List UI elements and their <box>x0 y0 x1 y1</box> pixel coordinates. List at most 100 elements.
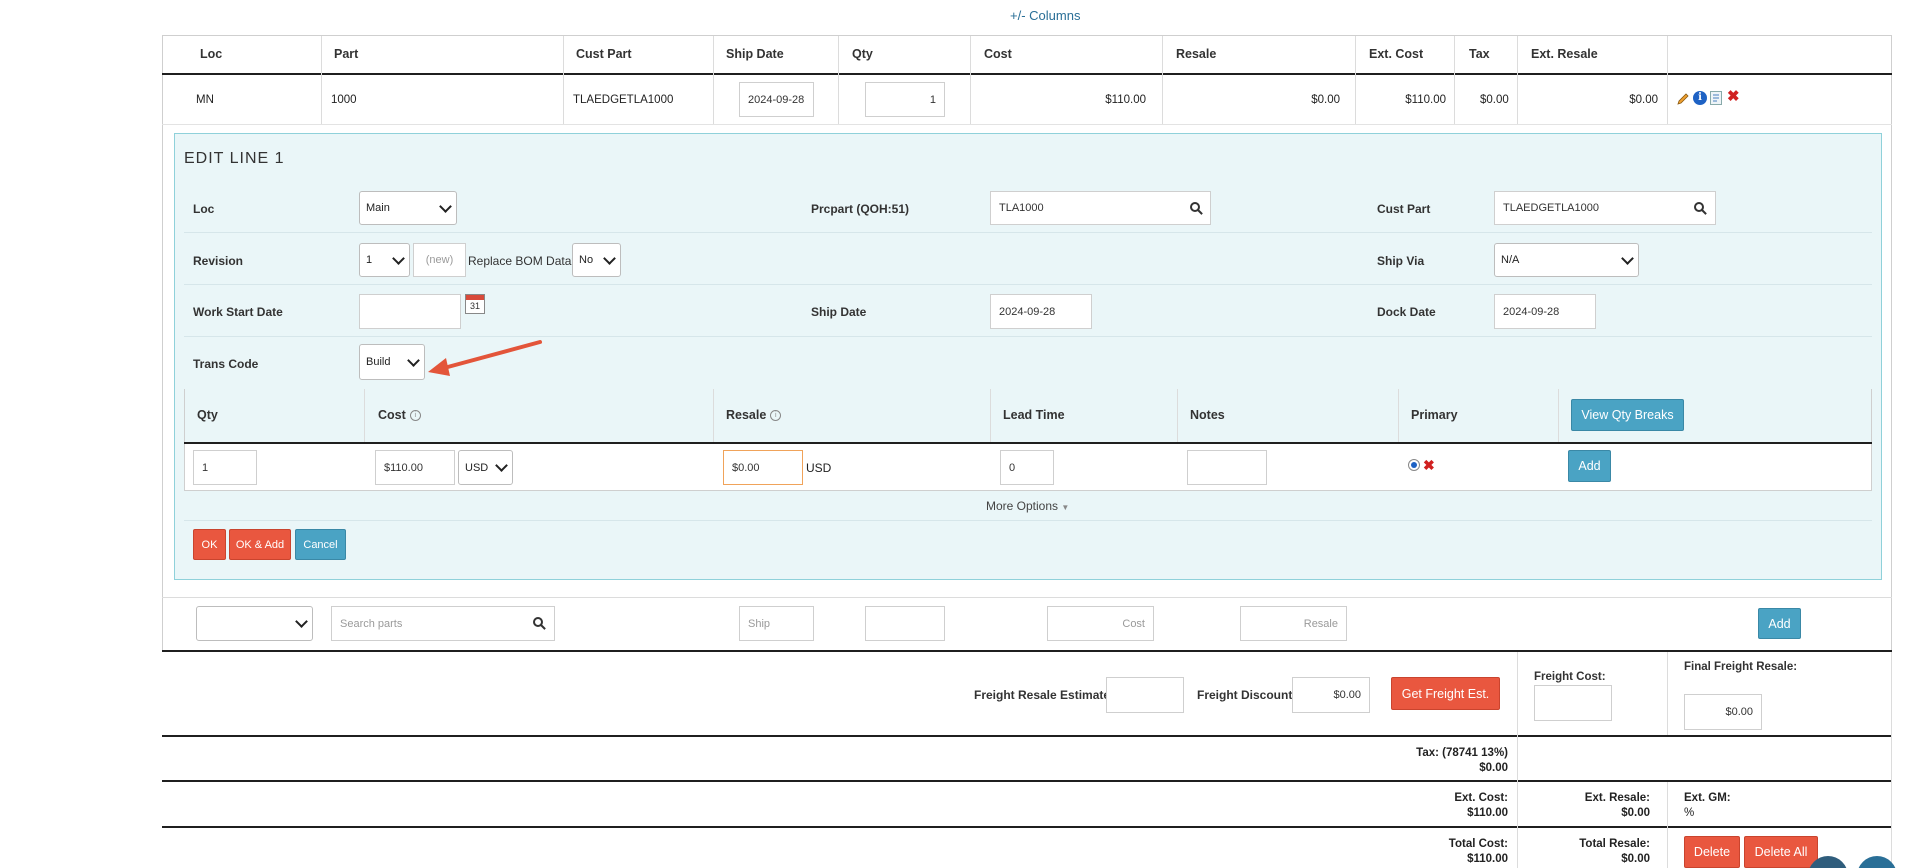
prcpart-input[interactable]: TLA1000 <box>990 191 1211 225</box>
pricing-col-cost: Cost i <box>378 408 421 422</box>
final-freight-resale-label: Final Freight Resale: <box>1684 661 1798 673</box>
tax-label: Tax: (78741 13%) <box>1416 747 1508 759</box>
loc-select[interactable]: Main <box>359 191 457 225</box>
prcpart-label: Prcpart (QOH:51) <box>811 202 910 216</box>
col-cust-part: Cust Part <box>576 47 632 61</box>
calendar-icon[interactable]: 31 <box>465 294 485 314</box>
search-icon[interactable] <box>1694 202 1704 212</box>
new-qty-input[interactable] <box>865 606 945 641</box>
revision-select[interactable]: 1 <box>359 243 410 277</box>
ok-add-button[interactable]: OK & Add <box>229 529 291 560</box>
trans-code-label: Trans Code <box>193 357 259 371</box>
row-ship-date-input[interactable]: 2024-09-28 <box>739 82 814 117</box>
grid-header-divider <box>162 73 1892 75</box>
pricing-col-notes: Notes <box>1190 408 1225 422</box>
freight-discount-input[interactable]: $0.00 <box>1292 677 1370 713</box>
row-part-link[interactable]: 1000 <box>331 94 357 106</box>
freight-cost-label: Freight Cost: <box>1534 671 1606 683</box>
ship-date-input[interactable]: 2024-09-28 <box>990 294 1092 329</box>
remove-price-icon[interactable]: ✖ <box>1423 457 1435 474</box>
cancel-button[interactable]: Cancel <box>295 529 346 560</box>
col-ext-resale: Ext. Resale <box>1531 47 1598 61</box>
row-resale: $0.00 <box>1311 94 1340 106</box>
col-qty: Qty <box>852 47 873 61</box>
row-cost: $110.00 <box>1105 94 1146 106</box>
freight-cost-input[interactable] <box>1534 685 1612 721</box>
col-ship-date: Ship Date <box>726 47 784 61</box>
pricing-cost-input[interactable]: $110.00 <box>375 450 455 485</box>
get-freight-estimate-button[interactable]: Get Freight Est. <box>1391 677 1500 710</box>
row-ext-cost: $110.00 <box>1405 94 1446 106</box>
replace-bom-select[interactable]: No <box>572 243 621 277</box>
delete-all-button[interactable]: Delete All <box>1744 836 1818 868</box>
row-cust-part: TLAEDGETLA1000 <box>573 94 674 106</box>
ext-resale-value: $0.00 <box>1621 807 1650 819</box>
freight-discount-label: Freight Discount: <box>1197 688 1297 702</box>
col-cost: Cost <box>984 47 1012 61</box>
add-price-button[interactable]: Add <box>1568 450 1611 482</box>
floating-help-icon[interactable] <box>1808 856 1848 868</box>
search-icon[interactable] <box>1190 202 1200 212</box>
resale-currency: USD <box>806 461 832 475</box>
pricing-resale-input[interactable]: $0.00 <box>723 450 803 485</box>
info-icon[interactable]: i <box>409 410 421 422</box>
revision-link[interactable]: Revision <box>193 254 243 268</box>
col-ext-cost: Ext. Cost <box>1369 47 1424 61</box>
row-qty-input[interactable]: 1 <box>865 82 945 117</box>
toggle-columns-link[interactable]: +/- Columns <box>1010 8 1080 23</box>
new-resale-input[interactable]: Resale <box>1240 606 1347 641</box>
notes-input[interactable] <box>1187 450 1267 485</box>
lead-time-input[interactable]: 0 <box>1000 450 1054 485</box>
row-tax: $0.00 <box>1480 94 1509 106</box>
search-icon[interactable] <box>533 617 543 627</box>
ship-date-label: Ship Date <box>811 305 867 319</box>
ext-gm-value: % <box>1684 807 1695 819</box>
freight-resale-estimate-input[interactable] <box>1106 677 1184 713</box>
cust-part-label: Cust Part <box>1377 202 1431 216</box>
info-icon[interactable]: i <box>1693 91 1707 105</box>
ext-cost-value: $110.00 <box>1467 807 1508 819</box>
floating-chat-icon[interactable] <box>1857 856 1897 868</box>
col-tax: Tax <box>1469 47 1490 61</box>
work-start-date-input[interactable] <box>359 294 461 329</box>
primary-radio[interactable] <box>1408 459 1420 471</box>
cost-currency-select[interactable]: USD <box>458 450 513 485</box>
document-icon[interactable] <box>1710 91 1722 105</box>
search-parts-input[interactable]: Search parts <box>331 606 555 641</box>
new-cost-input[interactable]: Cost <box>1047 606 1154 641</box>
new-loc-select[interactable] <box>196 606 313 641</box>
new-revision-input[interactable]: (new) <box>413 243 466 277</box>
col-part: Part <box>334 47 359 61</box>
pencil-icon[interactable] <box>1676 92 1690 106</box>
pricing-col-qty: Qty <box>197 408 218 422</box>
ship-via-select[interactable]: N/A <box>1494 243 1639 277</box>
trans-code-select[interactable]: Build <box>359 344 425 380</box>
cust-part-input[interactable]: TLAEDGETLA1000 <box>1494 191 1716 225</box>
dock-date-input[interactable]: 2024-09-28 <box>1494 294 1596 329</box>
row-ext-resale: $0.00 <box>1629 94 1658 106</box>
ok-button[interactable]: OK <box>193 529 226 560</box>
edit-panel-title: EDIT LINE 1 <box>184 150 285 167</box>
annotation-arrow <box>428 340 542 376</box>
info-icon[interactable]: i <box>770 410 782 422</box>
loc-label: Loc <box>193 202 215 216</box>
pricing-col-lead-time: Lead Time <box>1003 408 1065 422</box>
delete-button[interactable]: Delete <box>1684 836 1740 868</box>
more-options-toggle[interactable]: More Options ▼ <box>986 499 1069 513</box>
ship-via-label: Ship Via <box>1377 254 1425 268</box>
new-ship-input[interactable]: Ship <box>739 606 814 641</box>
total-cost-value: $110.00 <box>1467 853 1508 865</box>
ext-cost-label: Ext. Cost: <box>1454 792 1508 804</box>
col-resale: Resale <box>1176 47 1217 61</box>
freight-resale-estimate-label: Freight Resale Estimate: <box>974 688 1115 702</box>
add-line-button[interactable]: Add <box>1758 608 1801 639</box>
col-loc: Loc <box>200 47 223 61</box>
pricing-qty-input[interactable]: 1 <box>193 450 257 485</box>
ext-resale-label: Ext. Resale: <box>1584 792 1650 804</box>
pricing-col-primary: Primary <box>1411 408 1458 422</box>
ext-gm-label: Ext. GM: <box>1684 792 1731 804</box>
row-loc: MN <box>196 94 214 106</box>
final-freight-resale-input[interactable]: $0.00 <box>1684 694 1762 730</box>
view-qty-breaks-button[interactable]: View Qty Breaks <box>1571 399 1684 431</box>
delete-x-icon[interactable]: ✖ <box>1727 89 1741 104</box>
